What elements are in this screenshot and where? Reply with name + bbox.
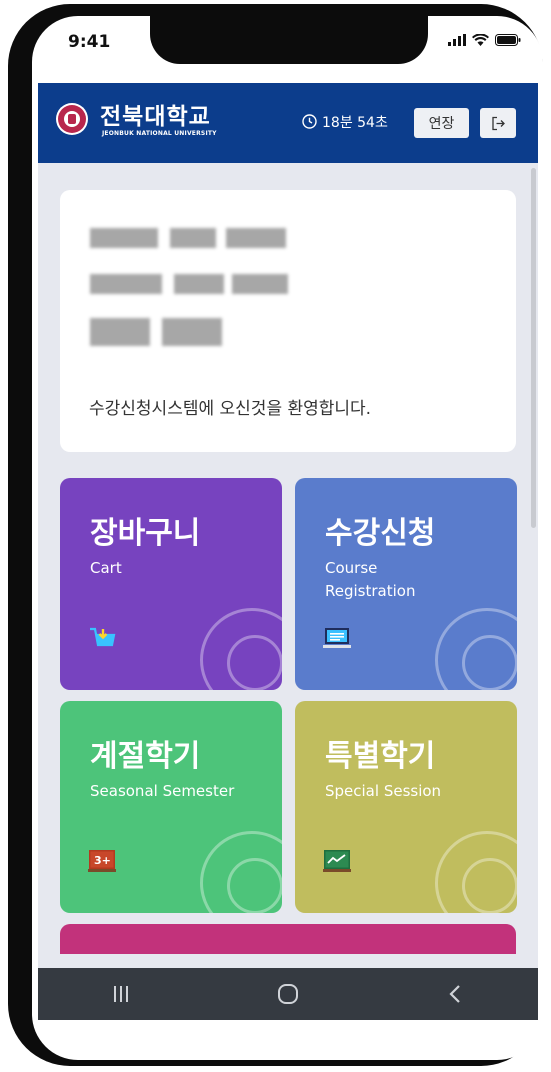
app-header: 전북대학교 JEONBUK NATIONAL UNIVERSITY 18분 54… [38,83,538,163]
tile-subtitle: Special Session [325,782,442,800]
clock-icon [302,114,317,129]
computer-icon [323,628,351,648]
redacted-user-info [90,274,290,294]
scrollbar[interactable] [531,168,536,528]
signal-icon [448,34,466,46]
redacted-user-info [90,228,290,248]
battery-icon [495,34,521,46]
logout-icon [491,116,505,130]
wifi-icon [472,34,489,46]
redacted-user-name [90,318,240,346]
tile-subtitle: Cart [90,559,122,577]
app-content: 전북대학교 JEONBUK NATIONAL UNIVERSITY 18분 54… [38,83,538,1020]
welcome-card: 수강신청시스템에 오신것을 환영합니다. [60,190,516,452]
svg-text:3+: 3+ [94,854,111,867]
university-name-en: JEONBUK NATIONAL UNIVERSITY [102,130,217,137]
chart-board-icon [323,850,351,872]
android-nav-bar [38,968,538,1020]
seasonal-semester-tile[interactable]: 계절학기 Seasonal Semester 3+ [60,701,282,913]
logout-button[interactable] [480,108,516,138]
university-name: 전북대학교 [100,104,211,130]
special-session-tile[interactable]: 특별학기 Special Session [295,701,517,913]
recent-apps-icon [114,986,129,1002]
university-seal-watermark [200,831,282,913]
phone-screen: 9:41 전북대학교 JEONBUK NATIONAL UNIVERSITY 1… [32,16,543,1060]
status-time: 9:41 [68,32,111,52]
tile-title: 수강신청 [325,516,436,551]
more-menu-tile[interactable] [60,924,516,954]
phone-frame: 9:41 전북대학교 JEONBUK NATIONAL UNIVERSITY 1… [8,4,543,1066]
extend-session-button[interactable]: 연장 [414,108,469,138]
university-seal-watermark [435,608,517,690]
cart-tile[interactable]: 장바구니 Cart [60,478,282,690]
tile-title: 계절학기 [90,739,201,774]
recent-apps-button[interactable] [91,974,151,1014]
tile-subtitle: Course Registration [325,559,416,600]
session-timer: 18분 54초 [322,115,388,131]
university-logo [56,103,88,135]
university-seal-watermark [200,608,282,690]
course-registration-tile[interactable]: 수강신청 Course Registration [295,478,517,690]
notch [150,16,428,64]
back-button[interactable] [425,974,485,1014]
university-seal-watermark [435,831,517,913]
welcome-message: 수강신청시스템에 오신것을 환영합니다. [89,399,372,419]
tile-subtitle: Seasonal Semester [90,782,235,800]
blackboard-icon: 3+ [88,850,116,872]
tile-title: 장바구니 [90,516,201,551]
status-bar: 9:41 [32,16,543,82]
cart-icon [90,627,116,647]
status-icons [448,34,521,46]
tile-title: 특별학기 [325,739,436,774]
back-icon [449,985,460,1003]
home-button[interactable] [258,974,318,1014]
home-icon [277,984,298,1004]
